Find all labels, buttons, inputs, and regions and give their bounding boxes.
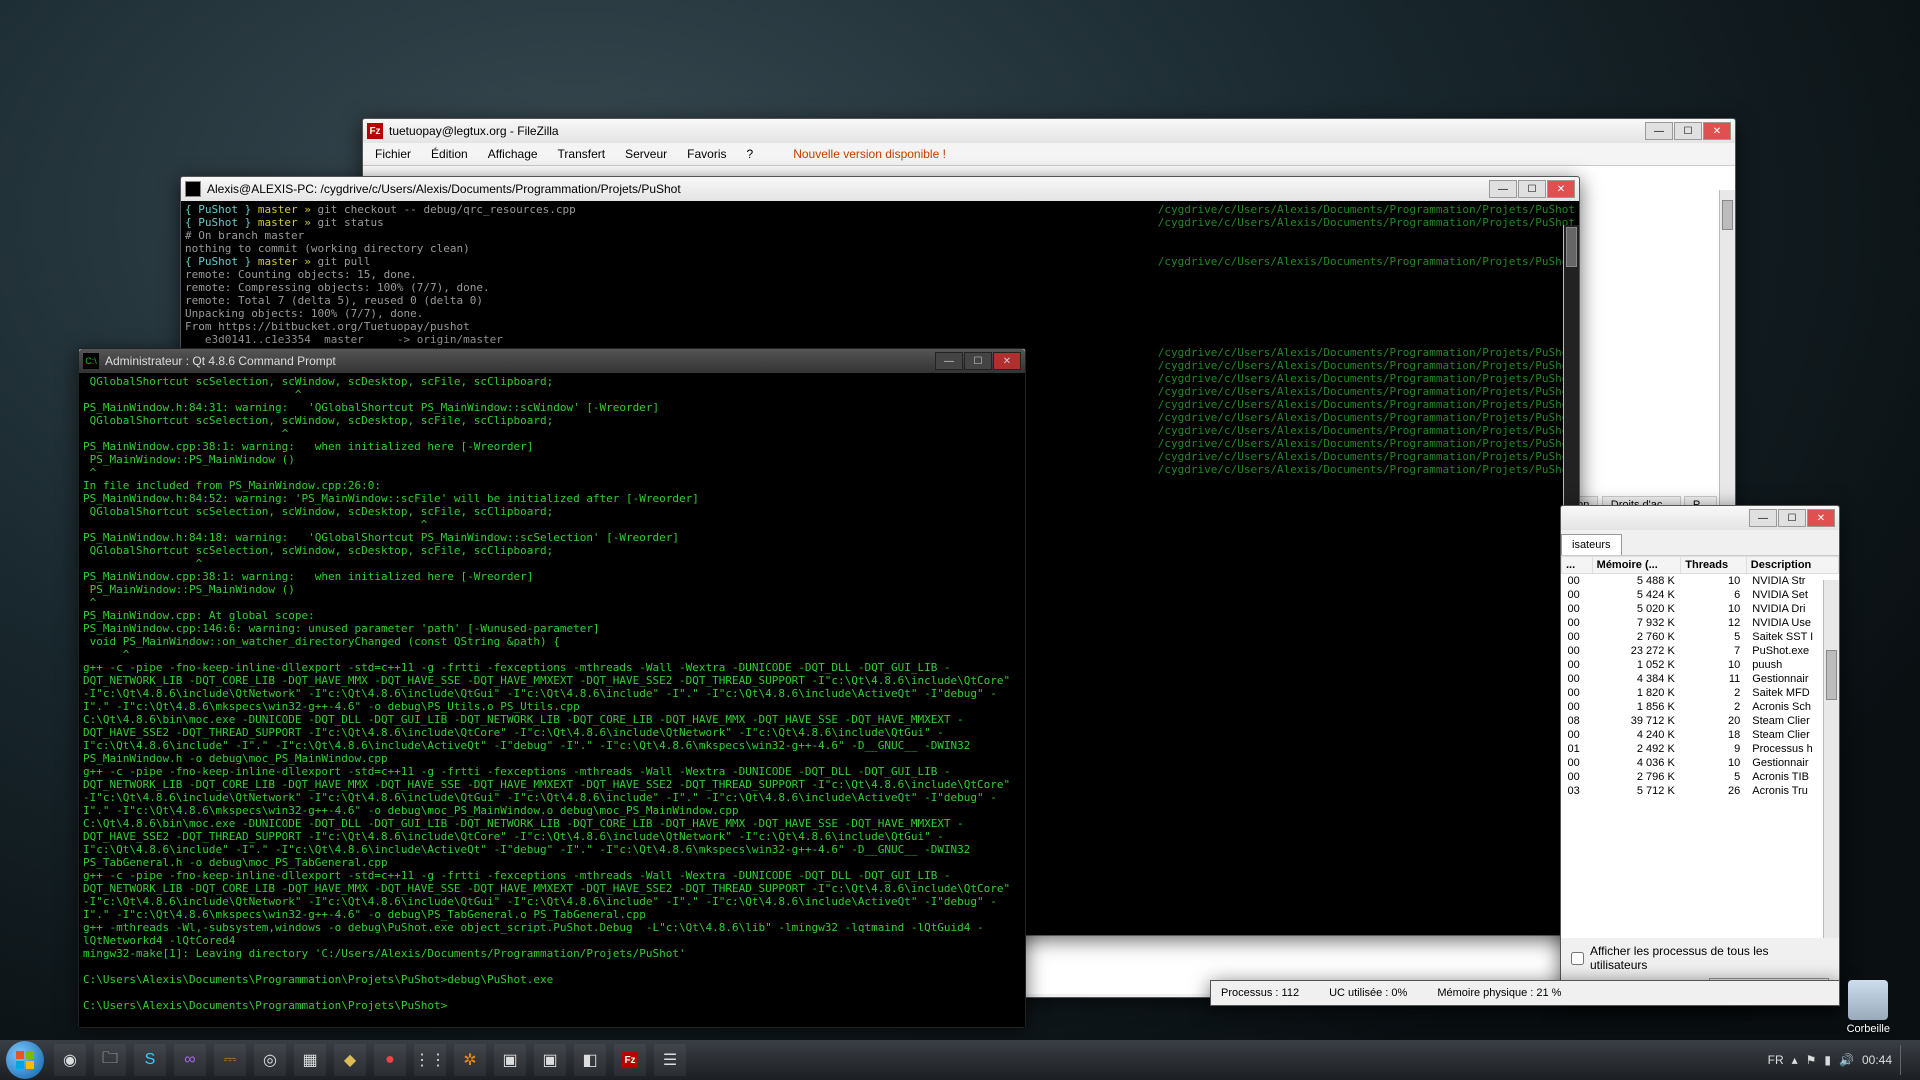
language-indicator[interactable]: FR — [1768, 1053, 1784, 1067]
close-button[interactable]: ✕ — [993, 352, 1021, 370]
maximize-button[interactable]: ☐ — [1518, 180, 1546, 198]
status-memory: Mémoire physique : 21 % — [1437, 987, 1561, 999]
filezilla-menubar: Fichier Édition Affichage Transfert Serv… — [363, 143, 1735, 166]
taskbar-visualstudio-icon[interactable]: ∞ — [174, 1044, 206, 1076]
clock[interactable]: 00:44 — [1862, 1053, 1892, 1067]
taskmgr-scrollbar[interactable] — [1823, 580, 1839, 938]
windows-logo-icon — [15, 1050, 35, 1070]
status-cpu: UC utilisée : 0% — [1329, 987, 1407, 999]
tray-chevron-icon[interactable]: ▴ — [1792, 1053, 1798, 1067]
minimize-button[interactable]: — — [935, 352, 963, 370]
taskbar-app-4-icon[interactable]: ⋮⋮ — [414, 1044, 446, 1076]
cmd-titlebar[interactable]: C:\ Administrateur : Qt 4.8.6 Command Pr… — [79, 349, 1025, 373]
taskbar-chrome-icon[interactable]: ◉ — [54, 1044, 86, 1076]
close-button[interactable]: ✕ — [1547, 180, 1575, 198]
taskbar-sublime-icon[interactable]: ⎓ — [214, 1044, 246, 1076]
filezilla-title: tuetuopay@legtux.org - FileZilla — [389, 124, 1645, 138]
table-row[interactable]: 002 760 K5Saitek SST I — [1562, 630, 1839, 644]
table-row[interactable]: 005 488 K10NVIDIA Str — [1562, 574, 1839, 589]
show-all-users-checkbox[interactable] — [1571, 952, 1584, 965]
terminal-icon — [185, 181, 201, 197]
close-button[interactable]: ✕ — [1703, 122, 1731, 140]
taskbar-taskmgr-icon[interactable]: ☰ — [654, 1044, 686, 1076]
minimize-button[interactable]: — — [1749, 509, 1777, 527]
table-row[interactable]: 0839 712 K20Steam Clier — [1562, 714, 1839, 728]
tab-utilisateurs[interactable]: isateurs — [1561, 534, 1622, 555]
taskbar-blender-icon[interactable]: ✲ — [454, 1044, 486, 1076]
taskbar-steam-icon[interactable]: ◎ — [254, 1044, 286, 1076]
menu-help[interactable]: ? — [743, 145, 758, 163]
table-row[interactable]: 001 820 K2Saitek MFD — [1562, 686, 1839, 700]
cmd-icon: C:\ — [83, 353, 99, 369]
menu-serveur[interactable]: Serveur — [621, 145, 671, 163]
col-memoire[interactable]: Mémoire (... — [1592, 557, 1681, 574]
menu-affichage[interactable]: Affichage — [484, 145, 542, 163]
cygwin-titlebar[interactable]: Alexis@ALEXIS-PC: /cygdrive/c/Users/Alex… — [181, 177, 1579, 201]
table-row[interactable]: 035 712 K26Acronis Tru — [1562, 784, 1839, 798]
taskbar-app-5-icon[interactable]: ◧ — [574, 1044, 606, 1076]
recycle-bin[interactable]: Corbeille — [1847, 980, 1890, 1035]
update-available-label[interactable]: Nouvelle version disponible ! — [789, 145, 950, 163]
table-row[interactable]: 004 036 K10Gestionnair — [1562, 756, 1839, 770]
taskbar: ◉ 🗀 S ∞ ⎓ ◎ ▦ ◆ ● ⋮⋮ ✲ ▣ ▣ ◧ Fz ☰ FR ▴ ⚑… — [0, 1040, 1920, 1080]
minimize-button[interactable]: — — [1489, 180, 1517, 198]
menu-edition[interactable]: Édition — [427, 145, 472, 163]
filezilla-icon: Fz — [367, 123, 383, 139]
table-row[interactable]: 0023 272 K7PuShot.exe — [1562, 644, 1839, 658]
process-table: ... Mémoire (... Threads Description 005… — [1561, 556, 1839, 798]
table-row[interactable]: 001 856 K2Acronis Sch — [1562, 700, 1839, 714]
tray-volume-icon[interactable]: 🔊 — [1839, 1053, 1854, 1067]
cmd-terminal-body[interactable]: QGlobalShortcut scSelection, scWindow, s… — [79, 373, 1025, 1027]
table-row[interactable]: 005 020 K10NVIDIA Dri — [1562, 602, 1839, 616]
menu-fichier[interactable]: Fichier — [371, 145, 415, 163]
col-description[interactable]: Description — [1746, 557, 1838, 574]
tray-flag-icon[interactable]: ⚑ — [1806, 1053, 1817, 1067]
table-row[interactable]: 002 796 K5Acronis TIB — [1562, 770, 1839, 784]
recycle-bin-icon — [1848, 980, 1888, 1020]
taskmgr-titlebar[interactable]: — ☐ ✕ — [1561, 506, 1839, 530]
table-row[interactable]: 005 424 K6NVIDIA Set — [1562, 588, 1839, 602]
col-blank[interactable]: ... — [1562, 557, 1593, 574]
cmd-title: Administrateur : Qt 4.8.6 Command Prompt — [105, 354, 935, 368]
taskbar-explorer-icon[interactable]: 🗀 — [94, 1044, 126, 1076]
taskbar-terminal-icon[interactable]: ▣ — [534, 1044, 566, 1076]
taskbar-app-2-icon[interactable]: ◆ — [334, 1044, 366, 1076]
col-threads[interactable]: Threads — [1681, 557, 1746, 574]
close-button[interactable]: ✕ — [1807, 509, 1835, 527]
taskbar-app-3-icon[interactable]: ● — [374, 1044, 406, 1076]
filezilla-titlebar[interactable]: Fz tuetuopay@legtux.org - FileZilla — ☐ … — [363, 119, 1735, 143]
minimize-button[interactable]: — — [1645, 122, 1673, 140]
table-row[interactable]: 007 932 K12NVIDIA Use — [1562, 616, 1839, 630]
taskbar-app-1-icon[interactable]: ▦ — [294, 1044, 326, 1076]
maximize-button[interactable]: ☐ — [1674, 122, 1702, 140]
maximize-button[interactable]: ☐ — [964, 352, 992, 370]
taskbar-cmd-icon[interactable]: ▣ — [494, 1044, 526, 1076]
menu-favoris[interactable]: Favoris — [683, 145, 730, 163]
taskbar-skype-icon[interactable]: S — [134, 1044, 166, 1076]
recycle-bin-label: Corbeille — [1847, 1023, 1890, 1035]
show-all-users-label: Afficher les processus de tous les utili… — [1590, 944, 1829, 972]
table-row[interactable]: 001 052 K10puush — [1562, 658, 1839, 672]
table-row[interactable]: 004 240 K18Steam Clier — [1562, 728, 1839, 742]
taskbar-filezilla-icon[interactable]: Fz — [614, 1044, 646, 1076]
start-button[interactable] — [6, 1041, 44, 1079]
show-desktop-button[interactable] — [1900, 1045, 1910, 1075]
cygwin-title: Alexis@ALEXIS-PC: /cygdrive/c/Users/Alex… — [207, 182, 1489, 196]
status-processes: Processus : 112 — [1221, 987, 1299, 999]
menu-transfert[interactable]: Transfert — [554, 145, 610, 163]
maximize-button[interactable]: ☐ — [1778, 509, 1806, 527]
table-row[interactable]: 012 492 K9Processus h — [1562, 742, 1839, 756]
tray-network-icon[interactable]: ▮ — [1824, 1053, 1831, 1067]
table-row[interactable]: 004 384 K11Gestionnair — [1562, 672, 1839, 686]
